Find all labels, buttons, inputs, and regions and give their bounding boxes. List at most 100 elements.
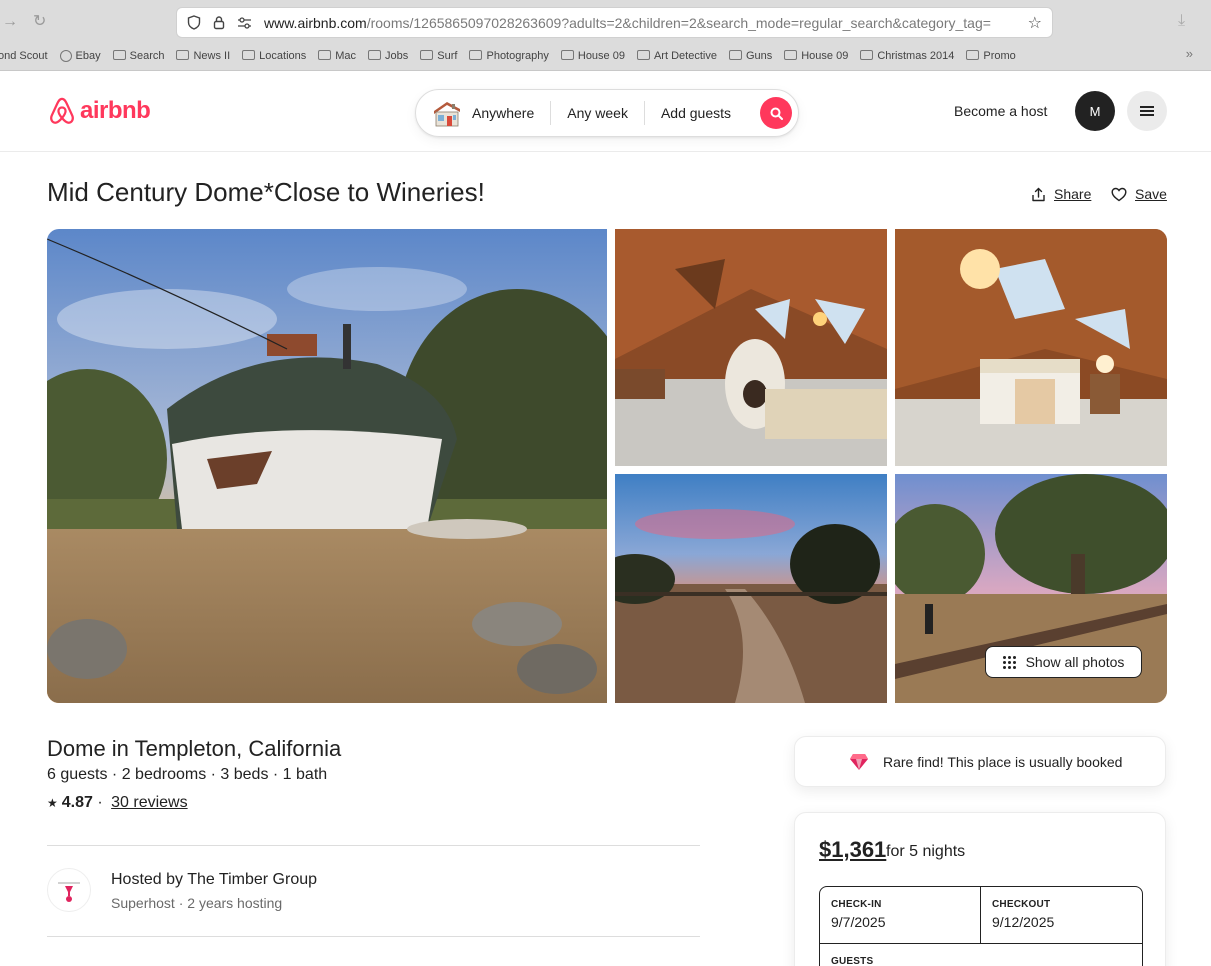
rare-find-text: Rare find! This place is usually booked: [883, 753, 1123, 770]
browser-chrome: → ↻ www.airbnb.com/rooms/126586509702826…: [0, 0, 1211, 71]
hamburger-icon: [1140, 110, 1154, 112]
download-icon[interactable]: ⤓: [1178, 12, 1185, 30]
search-button[interactable]: [760, 97, 792, 129]
bookmark-label: Jobs: [385, 50, 409, 62]
date-guest-picker: CHECK-IN 9/7/2025 CHECKOUT 9/12/2025 GUE…: [819, 886, 1143, 966]
bookmark-label: Locations: [259, 50, 307, 62]
site-header: airbnb Anywhere Any week Add guests Beco…: [0, 71, 1211, 152]
url-domain: www.airbnb.com: [264, 14, 367, 31]
bookmark-star-icon[interactable]: ☆: [1028, 13, 1042, 33]
star-icon: ★: [47, 796, 58, 810]
bookmark-folder[interactable]: Surf: [420, 50, 457, 62]
reload-icon[interactable]: ↻: [33, 12, 46, 32]
airbnb-logo[interactable]: airbnb: [47, 95, 151, 127]
share-button[interactable]: Share: [1031, 186, 1091, 202]
host-avatar[interactable]: [47, 868, 91, 912]
checkin-label: CHECK-IN: [831, 899, 882, 910]
checkout-label: CHECKOUT: [992, 899, 1051, 910]
user-avatar[interactable]: M: [1075, 91, 1115, 131]
bookmark-folder[interactable]: Christmas 2014: [860, 50, 954, 62]
house-icon: [434, 102, 460, 127]
search-bar[interactable]: Anywhere Any week Add guests: [415, 89, 799, 137]
folder-icon: [176, 50, 190, 60]
share-label: Share: [1054, 186, 1092, 202]
diamond-icon: [850, 753, 868, 770]
folder-icon: [560, 50, 574, 60]
bookmark-label: Ebay: [75, 50, 101, 62]
save-button[interactable]: Save: [1111, 186, 1167, 202]
bookmark-label: ond Scout: [0, 50, 48, 62]
folder-icon: [728, 50, 742, 60]
bookmark-folder[interactable]: House 09: [784, 50, 848, 62]
listing-details: 6 guests · 2 bedrooms · 3 beds · 1 bath: [47, 766, 328, 783]
host-name: Hosted by The Timber Group: [111, 871, 318, 888]
checkin-field[interactable]: CHECK-IN 9/7/2025: [820, 887, 981, 943]
bookmark-folder[interactable]: Mac: [318, 50, 356, 62]
bookmark-folder[interactable]: Art Detective: [636, 50, 717, 62]
heart-icon: [1111, 187, 1127, 201]
bookmark-folder[interactable]: Jobs: [368, 50, 408, 62]
guests-field[interactable]: GUESTS: [820, 943, 1142, 966]
search-icon: [770, 107, 783, 120]
folder-icon: [368, 50, 382, 60]
booking-card: $1,361 for 5 nights CHECK-IN 9/7/2025 CH…: [794, 812, 1166, 966]
guests-label: GUESTS: [831, 956, 874, 966]
bookmark-label: Search: [129, 50, 165, 62]
divider: [47, 845, 700, 846]
bookmark-item[interactable]: Ebay: [59, 50, 101, 62]
bookmark-label: Photography: [486, 50, 549, 62]
folder-icon: [112, 50, 126, 60]
menu-button[interactable]: [1127, 91, 1167, 131]
bookmark-folder[interactable]: Locations: [242, 50, 306, 62]
price[interactable]: $1,361: [819, 837, 886, 863]
show-all-photos-label: Show all photos: [1025, 654, 1125, 670]
photo-bedroom[interactable]: [895, 229, 1167, 466]
bookmark-label: House 09: [801, 50, 849, 62]
bookmark-folder[interactable]: Search: [112, 50, 165, 62]
search-where[interactable]: Anywhere: [472, 105, 550, 121]
folder-icon: [242, 50, 256, 60]
bookmark-item[interactable]: ond Scout: [0, 50, 48, 62]
host-logo-icon: [58, 882, 80, 902]
search-when[interactable]: Any week: [551, 105, 644, 121]
show-all-photos-button[interactable]: Show all photos: [985, 646, 1142, 678]
url-path: /rooms/1265865097028263609?adults=2&chil…: [366, 14, 991, 31]
share-icon: [1032, 187, 1045, 201]
airbnb-logo-icon: [50, 97, 74, 124]
price-suffix: for 5 nights: [886, 843, 966, 860]
folder-icon: [860, 50, 874, 60]
shield-icon: [187, 15, 201, 30]
forward-icon[interactable]: →: [2, 12, 18, 32]
divider: [47, 936, 700, 937]
main-photo-dome-exterior[interactable]: [47, 229, 607, 703]
folder-icon: [966, 50, 980, 60]
become-host-link[interactable]: Become a host: [954, 103, 1047, 119]
folder-icon: [636, 50, 650, 60]
folder-icon: [420, 50, 434, 60]
bookmarks-bar: ond Scout Ebay Search News II Locations …: [0, 46, 1211, 66]
bookmark-folder[interactable]: House 09: [560, 50, 625, 62]
save-label: Save: [1135, 186, 1167, 202]
bookmark-label: Surf: [437, 50, 458, 62]
checkin-value: 9/7/2025: [831, 914, 886, 930]
checkout-field[interactable]: CHECKOUT 9/12/2025: [981, 887, 1143, 943]
photo-living-room[interactable]: [615, 229, 887, 466]
bookmark-label: Christmas 2014: [877, 50, 955, 62]
search-who[interactable]: Add guests: [645, 105, 747, 121]
site-settings-icon[interactable]: [237, 16, 252, 29]
rating-row: ★ 4.87 · 30 reviews: [47, 794, 188, 812]
folder-icon: [469, 50, 483, 60]
address-bar[interactable]: www.airbnb.com/rooms/1265865097028263609…: [176, 7, 1053, 38]
checkout-value: 9/12/2025: [992, 914, 1055, 930]
rating-value: 4.87: [61, 794, 93, 811]
bookmark-folder[interactable]: Promo: [966, 50, 1016, 62]
reviews-link[interactable]: 30 reviews: [111, 794, 187, 812]
bookmark-folder[interactable]: Guns: [728, 50, 772, 62]
photo-sunset-road[interactable]: [615, 474, 887, 703]
logo-text: airbnb: [80, 97, 151, 124]
listing-title: Mid Century Dome*Close to Wineries!: [47, 177, 485, 207]
bookmarks-overflow-icon[interactable]: »: [1186, 46, 1193, 61]
bookmark-folder[interactable]: Photography: [469, 50, 549, 62]
grid-icon: [1002, 655, 1016, 669]
bookmark-folder[interactable]: News II: [176, 50, 230, 62]
